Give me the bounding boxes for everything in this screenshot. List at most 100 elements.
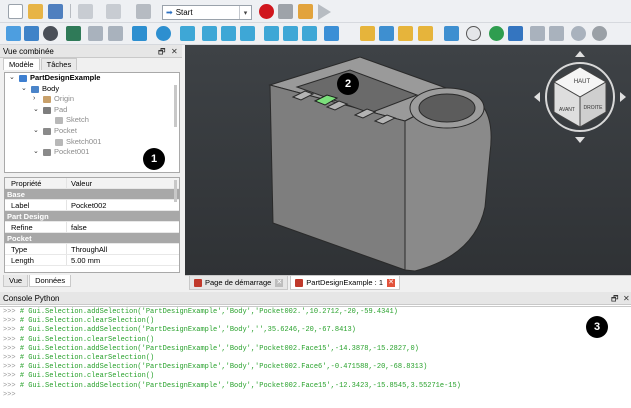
web-refresh-icon[interactable] — [549, 26, 564, 41]
web-back-icon[interactable] — [508, 26, 523, 41]
open-icon[interactable] — [28, 4, 43, 19]
part-icon[interactable] — [360, 26, 375, 41]
property-row[interactable]: Label Pocket002 — [5, 200, 179, 211]
tree-item[interactable]: ⌄ Pocket — [5, 126, 179, 137]
console-line-text: # Gui.Selection.clearSelection() — [19, 372, 155, 381]
link-icon[interactable] — [398, 26, 413, 41]
property-value[interactable]: ThroughAll — [67, 244, 179, 254]
std-view-icon[interactable] — [66, 26, 81, 41]
chevron-down-icon[interactable]: ⌄ — [33, 105, 39, 116]
document-tabs: Page de démarrage ✕ PartDesignExample : … — [185, 275, 631, 290]
python-console-output[interactable]: >>> # Gui.Selection.addSelection('PartDe… — [0, 306, 631, 408]
property-value[interactable]: 5.00 mm — [67, 255, 179, 265]
chevron-down-icon[interactable]: ▾ — [239, 6, 251, 19]
workbench-selector[interactable]: ➡ Start ▾ — [162, 5, 252, 20]
console-line-text: # Gui.Selection.addSelection('PartDesign… — [19, 326, 356, 335]
close-icon[interactable]: ✕ — [623, 292, 630, 305]
group-icon[interactable] — [379, 26, 394, 41]
console-line: >>> # Gui.Selection.clearSelection() — [3, 317, 631, 326]
sync-view-icon[interactable] — [132, 26, 147, 41]
console-line: >>> — [3, 391, 631, 400]
chevron-down-icon[interactable]: ⌄ — [33, 147, 39, 158]
3d-viewport[interactable]: HAUT AVANT DROITE 2 — [185, 45, 631, 275]
chevron-down-icon[interactable]: ⌄ — [9, 73, 15, 84]
edit-macro-icon[interactable] — [298, 4, 313, 19]
tab-start-page[interactable]: Page de démarrage ✕ — [189, 276, 289, 290]
tab-model[interactable]: Modèle — [3, 58, 40, 70]
run-macro-icon[interactable] — [318, 4, 331, 20]
link-actions-icon[interactable] — [418, 26, 433, 41]
pocket-icon — [43, 127, 51, 135]
view-front-icon[interactable] — [202, 26, 217, 41]
tree-scrollbar[interactable] — [174, 85, 177, 127]
property-value[interactable]: false — [67, 222, 179, 232]
toggle-clip-icon[interactable] — [466, 26, 481, 41]
tree-item[interactable]: › Origin — [5, 94, 179, 105]
tree-item-label: Origin — [54, 94, 75, 104]
close-icon[interactable]: ✕ — [275, 278, 284, 287]
property-editor[interactable]: Propriété Valeur Base Label Pocket002 Part … — [4, 177, 180, 273]
refresh-icon[interactable] — [136, 4, 151, 19]
tab-view[interactable]: Vue — [3, 275, 29, 287]
view-left-icon[interactable] — [302, 26, 317, 41]
workbench-label: Start — [175, 8, 193, 17]
float-icon[interactable]: 🗗 — [611, 292, 619, 305]
tree-item[interactable]: ⌄ PartDesignExample — [5, 73, 179, 84]
console-prompt: >>> — [3, 390, 20, 399]
forward-icon[interactable] — [108, 26, 123, 41]
chevron-down-icon[interactable]: ⌄ — [21, 84, 27, 95]
property-name: Length — [5, 255, 67, 265]
float-icon[interactable]: 🗗 — [158, 45, 166, 58]
tab-part-design-example[interactable]: PartDesignExample : 1 ✕ — [290, 276, 400, 290]
python-console-title: Console Python — [3, 294, 60, 303]
tree-item[interactable]: Sketch001 — [5, 137, 179, 148]
tree-item[interactable]: Sketch — [5, 115, 179, 126]
property-group-row: Pocket — [5, 233, 179, 244]
web-forward-icon[interactable] — [530, 26, 545, 41]
draw-style-icon[interactable] — [43, 26, 58, 41]
web-stop-icon[interactable] — [592, 26, 607, 41]
new-icon[interactable] — [8, 4, 23, 19]
property-name: Pocket — [7, 234, 32, 243]
web-home-icon[interactable] — [489, 26, 504, 41]
view-bottom-icon[interactable] — [283, 26, 298, 41]
chevron-right-icon[interactable]: › — [33, 94, 35, 105]
console-line: >>> # Gui.Selection.addSelection('PartDe… — [3, 345, 631, 354]
close-icon[interactable]: ✕ — [387, 278, 395, 287]
redo-icon[interactable] — [106, 4, 121, 19]
fit-all-icon[interactable] — [6, 26, 21, 41]
whats-this-icon[interactable] — [444, 26, 459, 41]
tab-tasks[interactable]: Tâches — [40, 58, 78, 70]
stop-macro-icon[interactable] — [278, 4, 293, 19]
view-rear-icon[interactable] — [264, 26, 279, 41]
property-row[interactable]: Length 5.00 mm — [5, 255, 179, 266]
property-row[interactable]: Type ThroughAll — [5, 244, 179, 255]
fit-selection-icon[interactable] — [24, 26, 39, 41]
console-prompt: >>> — [3, 326, 20, 335]
web-reload-icon[interactable] — [571, 26, 586, 41]
pocket-icon — [43, 149, 51, 157]
combo-view-tabs: Modèle Tâches — [0, 58, 182, 70]
property-value[interactable]: Pocket002 — [67, 200, 179, 210]
save-icon[interactable] — [48, 4, 63, 19]
view-top-icon[interactable] — [221, 26, 236, 41]
undo-icon[interactable] — [78, 4, 93, 19]
zoom-icon[interactable] — [156, 26, 171, 41]
tab-data[interactable]: Données — [29, 275, 72, 287]
property-row[interactable]: Refine false — [5, 222, 179, 233]
tree-item[interactable]: ⌄ Body — [5, 84, 179, 95]
view-right-icon[interactable] — [240, 26, 255, 41]
tree-item-label: Pocket001 — [54, 147, 90, 157]
annotation-badge-2: 2 — [337, 73, 359, 95]
property-scrollbar[interactable] — [174, 180, 177, 202]
back-icon[interactable] — [88, 26, 103, 41]
view-isometric-icon[interactable] — [180, 26, 195, 41]
freecad-icon — [194, 278, 202, 287]
close-icon[interactable]: ✕ — [171, 45, 178, 58]
console-line: >>> # Gui.Selection.addSelection('PartDe… — [3, 308, 631, 317]
chevron-down-icon[interactable]: ⌄ — [33, 126, 39, 137]
console-prompt: >>> — [3, 353, 20, 362]
measure-icon[interactable] — [324, 26, 339, 41]
tree-item[interactable]: ⌄ Pad — [5, 105, 179, 116]
record-macro-icon[interactable] — [259, 4, 274, 19]
